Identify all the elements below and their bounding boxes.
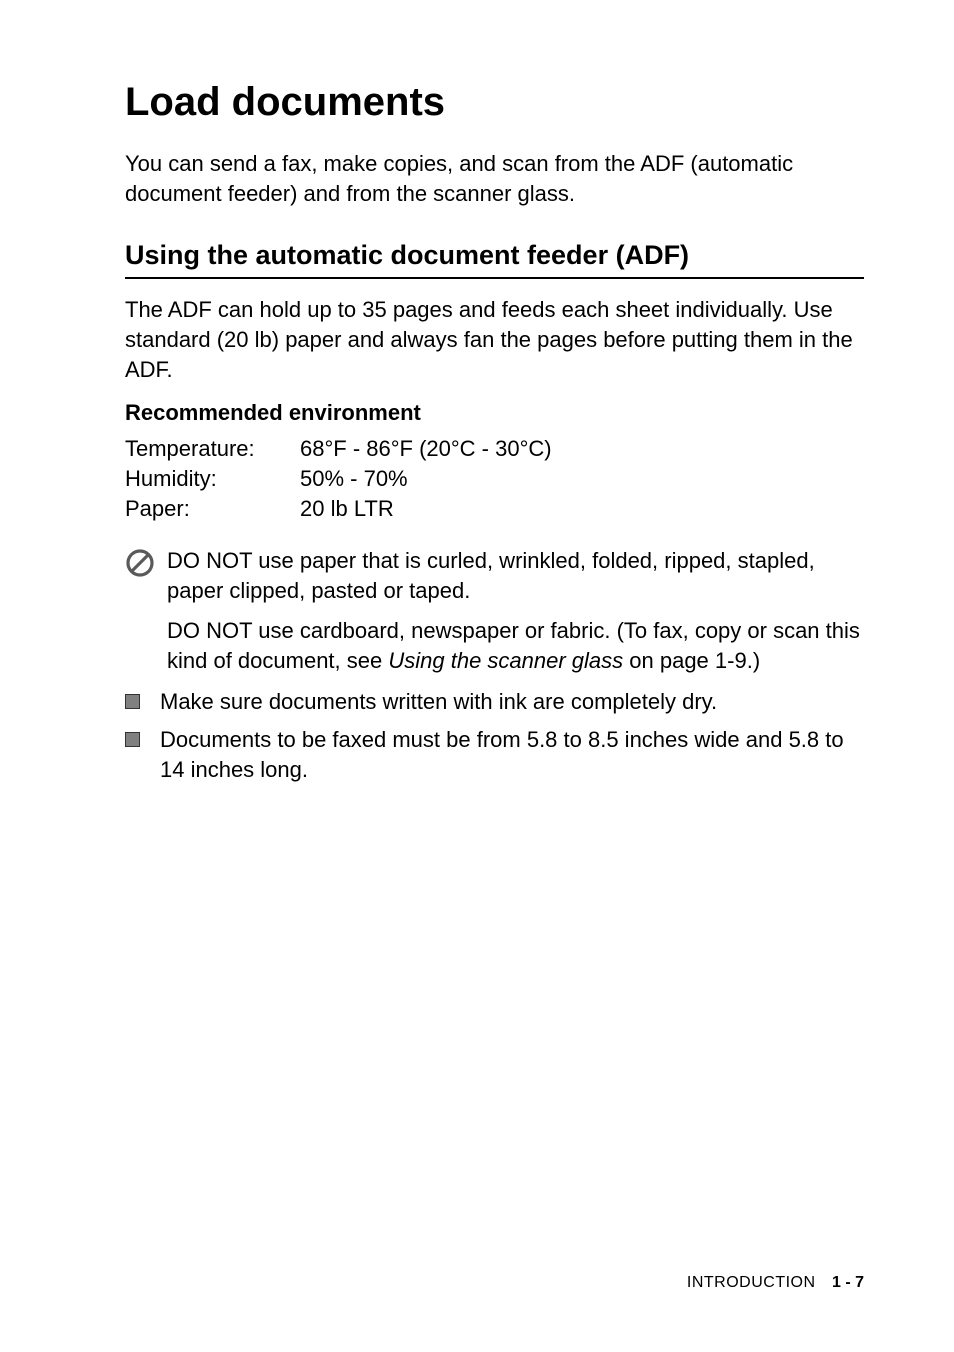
humidity-value: 50% - 70%: [300, 464, 552, 494]
bullet-square-icon: [125, 694, 140, 709]
temperature-label: Temperature:: [125, 434, 300, 464]
page-title: Load documents: [125, 80, 864, 125]
paper-label: Paper:: [125, 494, 300, 524]
warning-content: DO NOT use paper that is curled, wrinkle…: [167, 546, 864, 675]
warning-paragraph-1: DO NOT use paper that is curled, wrinkle…: [167, 546, 864, 605]
table-row: Paper: 20 lb LTR: [125, 494, 552, 524]
warning-block: DO NOT use paper that is curled, wrinkle…: [125, 546, 864, 675]
table-row: Temperature: 68°F - 86°F (20°C - 30°C): [125, 434, 552, 464]
section-heading-adf: Using the automatic document feeder (ADF…: [125, 240, 864, 279]
temperature-value: 68°F - 86°F (20°C - 30°C): [300, 434, 552, 464]
list-item: Documents to be faxed must be from 5.8 t…: [125, 725, 864, 784]
footer-section-name: INTRODUCTION: [687, 1274, 816, 1291]
footer-page-number: 1 - 7: [832, 1274, 864, 1291]
list-item: Make sure documents written with ink are…: [125, 687, 864, 717]
humidity-label: Humidity:: [125, 464, 300, 494]
page-footer: INTRODUCTION 1 - 7: [687, 1274, 864, 1292]
warning-paragraph-2: DO NOT use cardboard, newspaper or fabri…: [167, 616, 864, 675]
environment-table: Temperature: 68°F - 86°F (20°C - 30°C) H…: [125, 434, 552, 524]
bullet-square-icon: [125, 732, 140, 747]
scanner-glass-reference: Using the scanner glass: [388, 648, 623, 673]
bullet-text: Make sure documents written with ink are…: [160, 687, 717, 717]
warning-text-after-link: on page 1-9.): [623, 648, 760, 673]
environment-heading: Recommended environment: [125, 400, 864, 426]
bullet-list: Make sure documents written with ink are…: [125, 687, 864, 784]
adf-description: The ADF can hold up to 35 pages and feed…: [125, 295, 864, 384]
intro-paragraph: You can send a fax, make copies, and sca…: [125, 149, 864, 208]
paper-value: 20 lb LTR: [300, 494, 552, 524]
table-row: Humidity: 50% - 70%: [125, 464, 552, 494]
bullet-text: Documents to be faxed must be from 5.8 t…: [160, 725, 864, 784]
prohibition-icon: [125, 548, 155, 578]
